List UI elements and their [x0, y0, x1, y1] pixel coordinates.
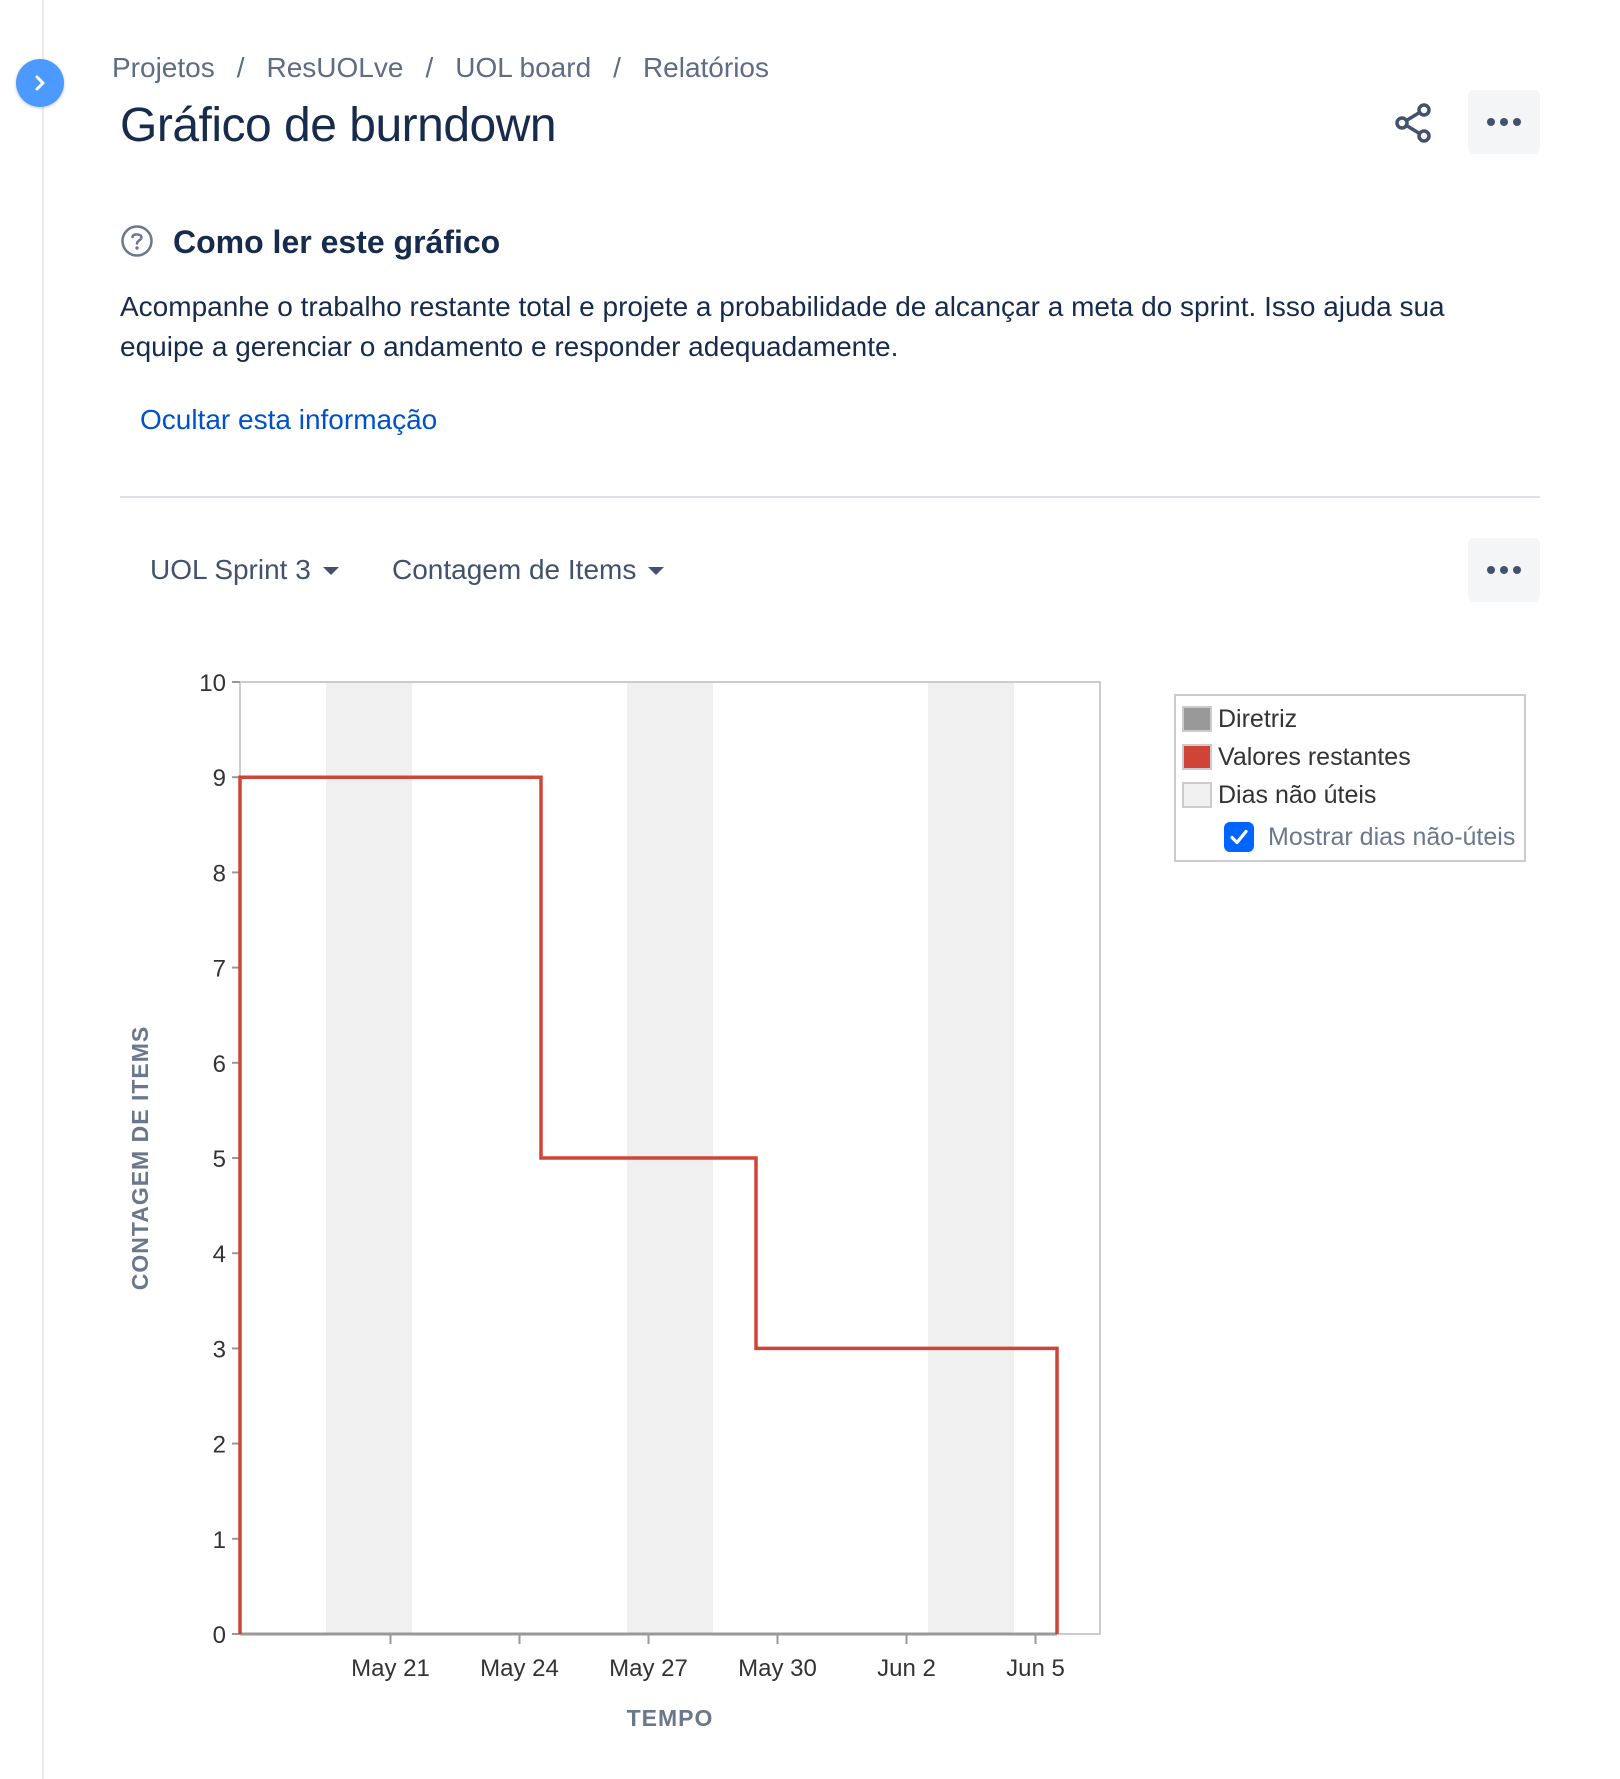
- checkbox-box[interactable]: [1224, 822, 1254, 852]
- legend-swatch-guideline: [1182, 706, 1212, 732]
- y-tick-label: 3: [213, 1336, 226, 1363]
- x-tick-label: Jun 2: [877, 1655, 936, 1682]
- y-tick-label: 5: [213, 1146, 226, 1173]
- show-non-working-days-label: Mostrar dias não-úteis: [1268, 822, 1516, 851]
- chart-legend: Diretriz Valores restantes Dias não útei…: [1174, 694, 1526, 862]
- legend-item-remaining: Valores restantes: [1182, 742, 1411, 772]
- non-working-band: [928, 682, 1014, 1634]
- burndown-chart: 0 1 2 3 4 5 6 7 8 9 10 May 21 May 24 May 27 May 30 Jun …: [127, 670, 1101, 1731]
- legend-swatch-remaining: [1182, 744, 1212, 770]
- checkmark-icon: [1230, 829, 1248, 845]
- show-non-working-days-checkbox[interactable]: Mostrar dias não-úteis: [1224, 820, 1515, 854]
- y-tick-label: 1: [213, 1527, 226, 1554]
- x-tick-label: May 21: [351, 1655, 430, 1682]
- y-tick-label: 7: [213, 956, 226, 983]
- legend-label-non-working: Dias não úteis: [1218, 780, 1377, 809]
- x-tick-label: Jun 5: [1006, 1655, 1065, 1682]
- legend-item-non-working: Dias não úteis: [1182, 780, 1376, 810]
- y-tick-label: 0: [213, 1622, 226, 1649]
- y-tick-label: 4: [213, 1241, 226, 1268]
- non-working-band: [326, 682, 412, 1634]
- x-axis-title: TEMPO: [627, 1705, 714, 1731]
- y-tick-label: 8: [213, 860, 226, 887]
- y-axis-title: CONTAGEM DE ITEMS: [127, 1026, 153, 1290]
- legend-label-remaining: Valores restantes: [1218, 742, 1411, 771]
- legend-label-guideline: Diretriz: [1218, 704, 1298, 733]
- legend-swatch-non-working: [1182, 782, 1212, 808]
- legend-item-guideline: Diretriz: [1182, 704, 1297, 734]
- y-tick-label: 6: [213, 1051, 226, 1078]
- y-tick-label: 2: [213, 1432, 226, 1459]
- x-tick-label: May 24: [480, 1655, 559, 1682]
- y-tick-label: 10: [199, 670, 226, 697]
- y-tick-label: 9: [213, 765, 226, 792]
- x-tick-label: May 30: [738, 1655, 817, 1682]
- x-tick-label: May 27: [609, 1655, 688, 1682]
